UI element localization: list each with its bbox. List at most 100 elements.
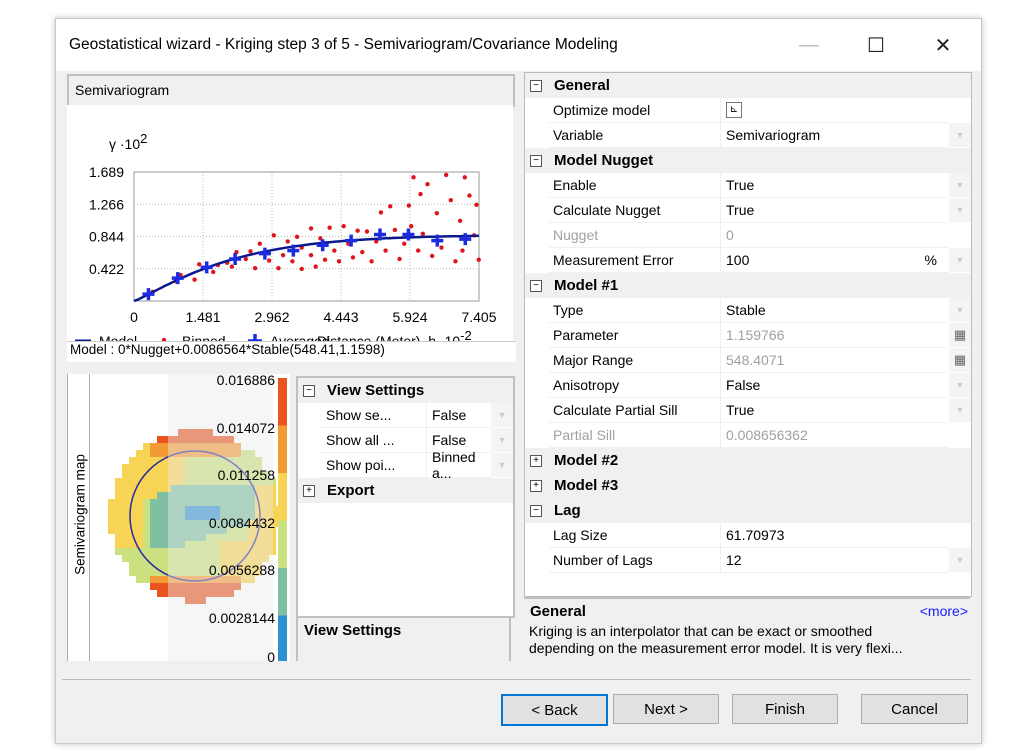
property-value[interactable]: Stable (721, 298, 949, 323)
map-cell (129, 471, 136, 478)
dropdown-arrow-icon[interactable]: ▼ (949, 373, 971, 398)
collapse-icon[interactable]: − (530, 79, 542, 92)
binned-point (397, 256, 402, 262)
more-link[interactable]: <more> (920, 603, 968, 619)
maximize-button[interactable]: ☐ (853, 27, 899, 63)
collapse-icon[interactable]: − (303, 384, 315, 397)
map-cell (122, 534, 129, 541)
group-model3[interactable]: + Model #3 (525, 473, 971, 498)
map-cell (150, 555, 157, 562)
group-general[interactable]: − General (525, 73, 971, 98)
semivariogram-chart-area[interactable]: 0 1.481 2.962 4.443 5.924 7.405 0.422 0.844 1.26… (67, 105, 513, 349)
dropdown-arrow-icon[interactable]: ▼ (949, 123, 971, 148)
collapse-icon[interactable]: − (530, 504, 542, 517)
dropdown-arrow-icon[interactable]: ▼ (949, 173, 971, 198)
property-row[interactable]: Type Stable ▼ (525, 298, 971, 323)
setting-value[interactable]: False (427, 403, 491, 428)
expand-icon[interactable]: + (530, 479, 542, 492)
wizard-window: Geostatistical wizard - Kriging step 3 o… (55, 18, 982, 744)
property-row[interactable]: Nugget 0 (525, 223, 971, 248)
binned-point (248, 249, 253, 254)
property-row[interactable]: Major Range 548.4071 ▦ (525, 348, 971, 373)
dropdown-arrow-icon[interactable]: ▼ (949, 548, 971, 573)
group-model1[interactable]: − Model #1 (525, 273, 971, 298)
optimize-model-icon[interactable]: ⊾ (726, 102, 742, 118)
property-value[interactable]: Semivariogram (721, 123, 949, 148)
property-row[interactable]: Partial Sill 0.008656362 (525, 423, 971, 448)
binned-point (453, 259, 458, 264)
property-row[interactable]: Calculate Partial Sill True ▼ (525, 398, 971, 423)
property-row[interactable]: Parameter 1.159766 ▦ (525, 323, 971, 348)
binned-point (434, 210, 440, 216)
binned-point (360, 249, 365, 255)
dropdown-arrow-icon[interactable]: ▼ (949, 398, 971, 423)
property-value[interactable]: True (721, 173, 949, 198)
back-button[interactable]: < Back (501, 694, 608, 726)
property-row[interactable]: Measurement Error 100% ▼ (525, 248, 971, 273)
property-value[interactable]: 548.4071 (721, 348, 949, 373)
collapse-icon[interactable]: − (530, 154, 542, 167)
next-button[interactable]: Next > (613, 694, 719, 724)
group-nugget[interactable]: − Model Nugget (525, 148, 971, 173)
property-row[interactable]: Lag Size 61.70973 (525, 523, 971, 548)
setting-name: Show all ... (322, 428, 427, 453)
map-cell (143, 450, 150, 457)
map-cell (122, 520, 129, 527)
property-row[interactable]: Variable Semivariogram ▼ (525, 123, 971, 148)
cancel-button[interactable]: Cancel (861, 694, 968, 724)
close-button[interactable]: ✕ (920, 27, 966, 63)
setting-value[interactable]: Binned a... (427, 449, 491, 481)
binned-point (409, 223, 414, 229)
expand-icon[interactable]: + (303, 484, 315, 497)
property-row[interactable]: Number of Lags 12 ▼ (525, 548, 971, 573)
property-row[interactable]: Anisotropy False ▼ (525, 373, 971, 398)
dropdown-arrow-icon[interactable]: ▼ (491, 403, 513, 428)
expand-icon[interactable]: + (530, 454, 542, 467)
binned-point (229, 264, 235, 269)
property-value[interactable]: 12 (721, 548, 949, 573)
property-row[interactable]: Calculate Nugget True ▼ (525, 198, 971, 223)
property-name: Calculate Partial Sill (549, 398, 721, 423)
property-row[interactable]: Optimize model ⊾ (525, 98, 971, 123)
finish-button[interactable]: Finish (732, 694, 838, 724)
map-cell (150, 541, 157, 548)
binned-point (211, 269, 216, 275)
x-tick-label: 5.924 (392, 309, 427, 325)
map-cell (143, 478, 150, 485)
window-title: Geostatistical wizard - Kriging step 3 o… (69, 36, 618, 53)
collapse-icon[interactable]: − (530, 279, 542, 292)
group-export[interactable]: + Export (298, 478, 513, 503)
group-model2[interactable]: + Model #2 (525, 448, 971, 473)
group-view-settings[interactable]: − View Settings (298, 378, 513, 403)
dropdown-arrow-icon[interactable]: ▼ (949, 248, 971, 273)
property-value[interactable]: True (721, 198, 949, 223)
dropdown-arrow-icon[interactable]: ▼ (949, 198, 971, 223)
dropdown-arrow-icon[interactable]: ▼ (491, 453, 513, 478)
map-cell (143, 443, 150, 450)
dropdown-arrow-icon[interactable]: ▼ (949, 298, 971, 323)
property-value[interactable]: 1.159766 (721, 323, 949, 348)
property-value[interactable]: ⊾ (721, 98, 949, 123)
calculator-icon[interactable]: ▦ (949, 323, 971, 348)
view-setting-row[interactable]: Show se... False ▼ (298, 403, 513, 428)
property-value[interactable]: True (721, 398, 949, 423)
binned-point (406, 203, 412, 208)
semivariogram-map-panel[interactable]: Semivariogram map 0.016886 0.014072 0.0112… (67, 372, 290, 665)
view-setting-row[interactable]: Show poi... Binned a... ▼ (298, 449, 513, 481)
property-row[interactable]: Enable True ▼ (525, 173, 971, 198)
binned-point (308, 252, 314, 258)
semivariogram-title: Semivariogram (75, 82, 170, 98)
dropdown-arrow-icon[interactable]: ▼ (491, 428, 513, 453)
map-cell (143, 534, 150, 541)
property-value[interactable]: 100% (721, 248, 949, 273)
property-value[interactable]: 61.70973 (721, 523, 949, 548)
map-cell (122, 541, 129, 548)
binned-point (448, 197, 454, 203)
minimize-button[interactable]: — (786, 27, 832, 63)
group-lag[interactable]: − Lag (525, 498, 971, 523)
property-value[interactable]: 0.008656362 (721, 423, 949, 448)
property-value[interactable]: 0 (721, 223, 949, 248)
calculator-icon[interactable]: ▦ (949, 348, 971, 373)
property-value[interactable]: False (721, 373, 949, 398)
map-cell (136, 506, 143, 513)
